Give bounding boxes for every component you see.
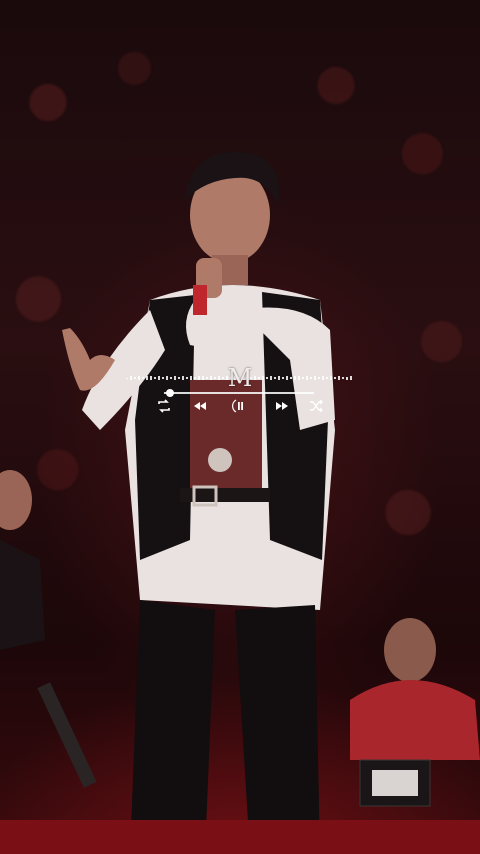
waveform-bar <box>254 376 256 380</box>
waveform-bar <box>266 377 268 379</box>
music-player-overlay: M <box>126 362 354 418</box>
waveform-bar <box>326 377 328 379</box>
repeat-icon[interactable] <box>156 398 172 414</box>
performer-image <box>0 151 480 854</box>
shuffle-icon[interactable] <box>308 398 324 414</box>
waveform-bar <box>162 376 164 380</box>
m-logo: M <box>227 364 253 392</box>
waveform-bar <box>222 377 224 379</box>
previous-icon[interactable] <box>192 398 208 414</box>
waveform-bar <box>258 376 260 380</box>
waveform-bar <box>274 377 276 379</box>
waveform-bar <box>166 376 168 380</box>
waveform-bar <box>210 376 212 380</box>
waveform-bar <box>182 376 184 380</box>
waveform-bar <box>146 376 148 380</box>
waveform-bar <box>322 376 324 380</box>
waveform-bar <box>130 376 132 380</box>
waveform-bar <box>318 377 320 379</box>
playback-controls <box>156 398 326 414</box>
waveform-bar <box>202 376 204 380</box>
waveform-bar <box>194 376 196 380</box>
waveform-bar <box>278 376 280 380</box>
waveform-bar <box>174 376 176 380</box>
waveform-bar <box>334 376 336 380</box>
progress-knob[interactable] <box>166 389 174 397</box>
waveform-bar <box>190 376 192 380</box>
pause-icon[interactable] <box>232 398 248 414</box>
waveform-bar <box>342 376 344 380</box>
waveform-bar <box>170 377 172 379</box>
waveform-bar <box>306 376 308 380</box>
waveform-bar <box>314 376 316 380</box>
waveform-bar <box>350 376 352 380</box>
progress-track[interactable] <box>164 392 314 394</box>
next-icon[interactable] <box>274 398 290 414</box>
waveform-bar <box>218 376 220 380</box>
waveform-bar <box>270 376 272 380</box>
waveform-bar <box>298 376 300 380</box>
waveform-bar <box>138 376 140 380</box>
waveform-bar <box>282 377 284 379</box>
waveform-bar <box>186 376 188 380</box>
waveform-bar <box>206 376 208 380</box>
waveform-bar <box>142 376 144 380</box>
waveform-bar <box>310 377 312 379</box>
waveform-bar <box>198 376 200 380</box>
waveform-bar <box>346 376 348 380</box>
waveform-bar <box>302 376 304 380</box>
waveform-bar <box>126 377 128 379</box>
video-background: M <box>0 0 480 854</box>
waveform-bar <box>294 376 296 380</box>
waveform-bar <box>286 376 288 380</box>
waveform-bar <box>290 376 292 380</box>
waveform-bar <box>338 376 340 380</box>
waveform-bar <box>262 376 264 380</box>
waveform-bar <box>330 376 332 380</box>
waveform-bar <box>150 376 152 380</box>
waveform-bar <box>158 376 160 380</box>
waveform-bar <box>154 376 156 380</box>
waveform-bar <box>214 377 216 379</box>
waveform-bar <box>178 377 180 379</box>
waveform-bar <box>134 377 136 379</box>
